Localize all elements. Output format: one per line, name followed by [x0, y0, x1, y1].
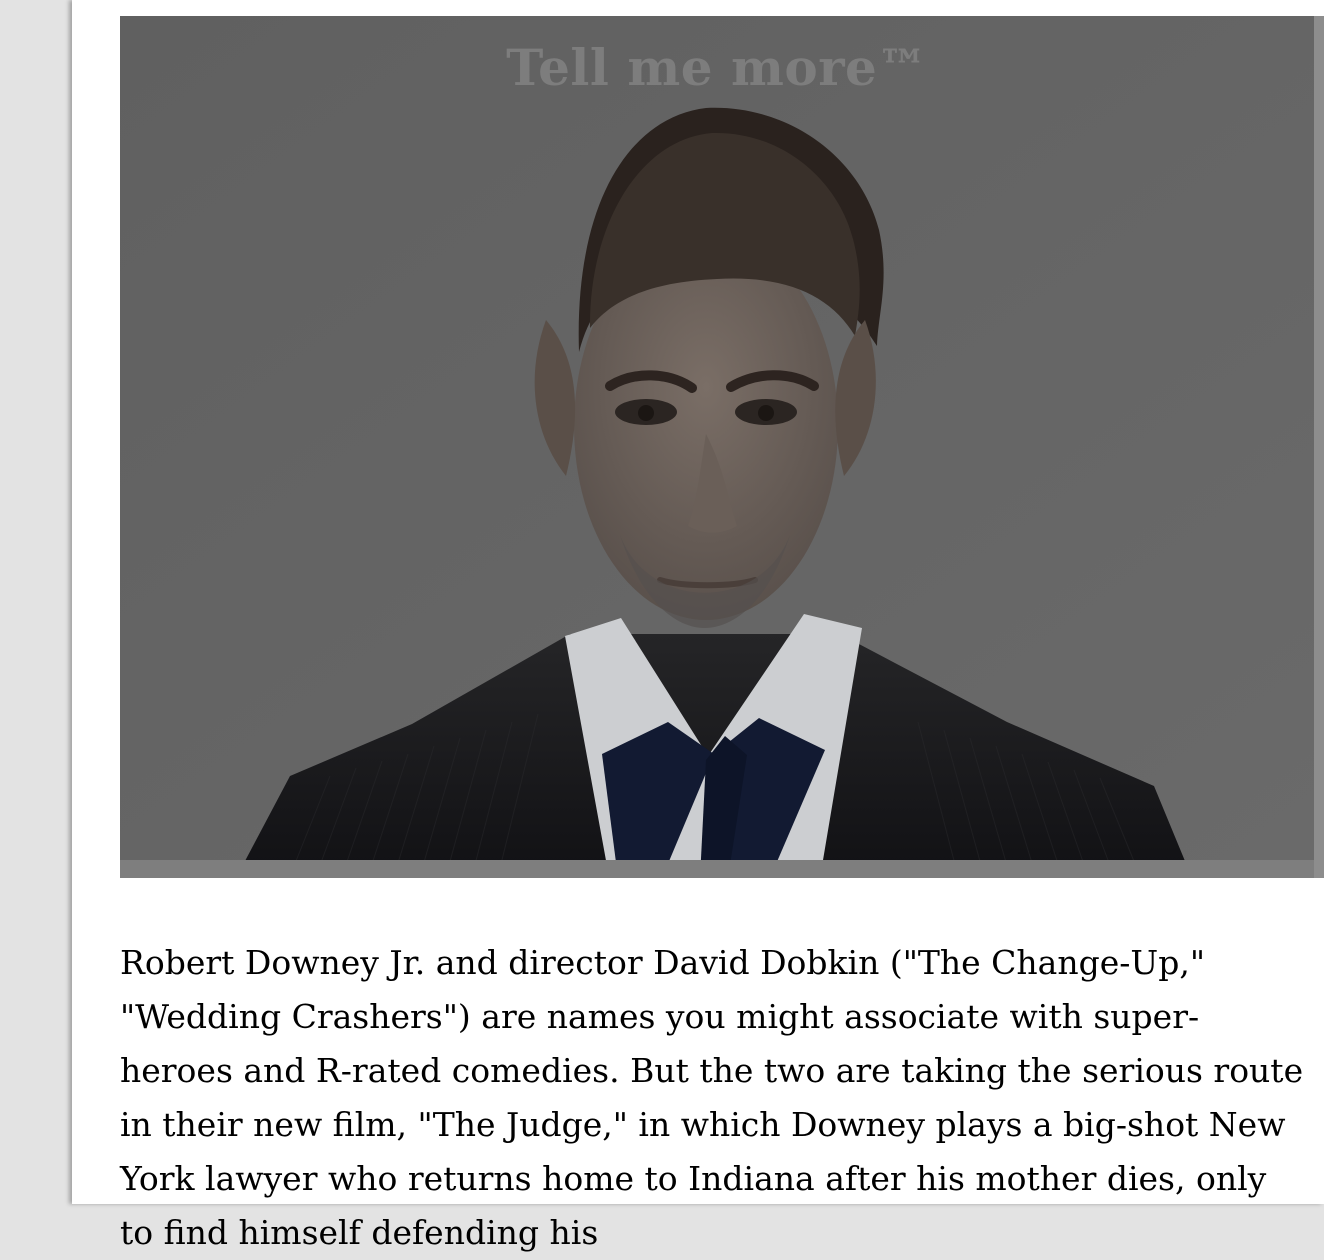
- hero-right-edge: [1314, 16, 1324, 878]
- hero-banner: Tell me more™: [120, 16, 1314, 878]
- hero-title: Tell me more™: [506, 38, 928, 97]
- hero-bottom-bar: [120, 860, 1314, 878]
- page-shell: Tell me more™ Robert Downey Jr. and dire…: [0, 0, 1324, 1252]
- article-paragraph: Robert Downey Jr. and director David Dob…: [120, 943, 1304, 1252]
- portrait-image: [120, 16, 1314, 878]
